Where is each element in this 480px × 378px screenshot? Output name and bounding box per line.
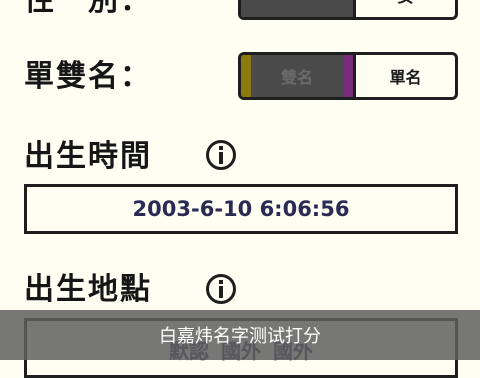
birth-place-label: 出生地點 (24, 272, 152, 307)
birth-time-field[interactable]: 2003-6-10 6:06:56 (24, 184, 458, 234)
single-name-label: 單雙名： (24, 59, 152, 94)
birth-place-info-button[interactable] (206, 274, 236, 304)
birth-time-label: 出生時間 (24, 139, 152, 174)
birth-time-value: 2003-6-10 6:06:56 (132, 197, 350, 221)
single-name-option[interactable]: 單名 (353, 55, 455, 97)
gender-option-female[interactable]: 女 (353, 0, 455, 17)
subtitle-caption: 白嘉炜名字测试打分 (0, 310, 480, 360)
birth-time-info-button[interactable] (206, 140, 236, 170)
double-name-left-edge (241, 55, 251, 97)
info-icon (219, 280, 223, 298)
gender-toggle: 女 (238, 0, 458, 20)
subtitle-text: 白嘉炜名字测试打分 (159, 326, 321, 347)
gender-label: 性 別： (24, 0, 152, 18)
gender-option-male[interactable] (241, 0, 353, 17)
double-name-right-edge (343, 55, 353, 97)
single-name-toggle: 雙名 單名 (238, 52, 458, 100)
info-icon (219, 146, 223, 164)
double-name-option[interactable]: 雙名 (241, 55, 353, 97)
double-name-text: 雙名 (280, 68, 313, 87)
